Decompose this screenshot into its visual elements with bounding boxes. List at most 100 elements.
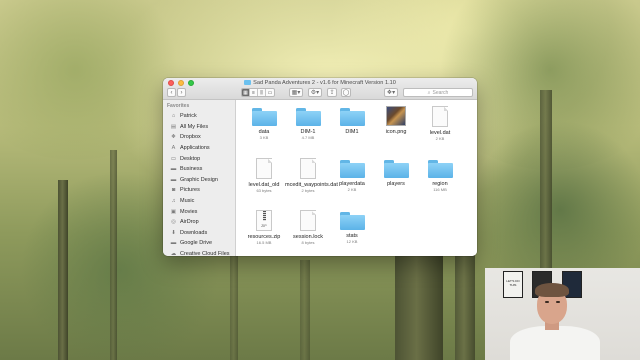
arrange-button[interactable]: ▦▾ — [289, 88, 303, 97]
home-icon: ⌂ — [171, 113, 176, 120]
file-item[interactable]: DIM1 — [329, 104, 375, 135]
sidebar-item[interactable]: ⌂ Patrick — [163, 111, 235, 122]
view-mode-control[interactable]: ▦ ≡ ⫼ ▭ — [241, 88, 275, 97]
file-size: 116 MB — [433, 187, 447, 192]
tag-icon: ◯ — [342, 89, 350, 96]
camera-icon: ◙ — [171, 187, 176, 194]
action-button[interactable]: ⚙▾ — [308, 88, 322, 97]
sidebar-item[interactable]: ▬ Business — [163, 164, 235, 175]
sidebar-item-label: Pictures — [180, 187, 200, 194]
share-icon: ⇪ — [329, 89, 335, 96]
file-item[interactable]: level.dat_old 63 bytes — [241, 156, 287, 193]
sidebar-item[interactable]: ▬ Graphic Design — [163, 175, 235, 186]
sidebar-item-label: Business — [180, 166, 203, 173]
sidebar: Favorites ⌂ Patrick ▤ All My Files ❖ Dropbox A… — [163, 100, 236, 256]
file-name: DIM1 — [345, 129, 359, 135]
downloads-icon: ⬇ — [171, 229, 176, 236]
search-placeholder: Search — [432, 89, 449, 96]
sidebar-item-label: Desktop — [180, 155, 201, 162]
person-shirt — [510, 326, 600, 360]
chevron-right-icon: › — [180, 89, 183, 96]
file-size: 3 KB — [259, 135, 269, 140]
person-eye — [545, 301, 549, 303]
sidebar-item[interactable]: ▣ Movies — [163, 206, 235, 217]
folder-icon: ▬ — [170, 240, 177, 247]
zip-file-icon: ZIP — [256, 210, 272, 231]
file-item[interactable]: DIM-1 4.7 MB — [285, 104, 331, 140]
toolbar: ‹ › ▦ ≡ ⫼ ▭ ▦▾ ⚙▾ ⇪ ◯ ❖▾ ⌕ Search — [163, 88, 477, 99]
music-icon: ♫ — [171, 198, 176, 205]
dropbox-icon: ❖▾ — [386, 89, 396, 96]
sidebar-item[interactable]: ◎ AirDrop — [163, 217, 235, 228]
sidebar-item[interactable]: ❖ Dropbox — [163, 132, 235, 143]
document-icon — [300, 210, 316, 231]
search-field[interactable]: ⌕ Search — [403, 88, 473, 97]
list-view-icon[interactable]: ≡ — [250, 89, 258, 96]
applications-icon: A — [171, 145, 176, 152]
folder-icon: ▬ — [170, 176, 177, 183]
back-button[interactable]: ‹ — [167, 88, 176, 97]
file-item[interactable]: ZIP resources.zip 16.5 MB — [241, 208, 287, 245]
file-grid: data 3 KB DIM-1 4.7 MB DIM1 icon.png level.dat… — [237, 100, 477, 256]
share-button[interactable]: ⇪ — [327, 88, 337, 97]
forward-button[interactable]: › — [177, 88, 186, 97]
sidebar-item[interactable]: ◙ Pictures — [163, 185, 235, 196]
title-bar[interactable]: Sad Panda Adventures 2 - v1.6 for Minecr… — [163, 78, 477, 100]
folder-icon: ▬ — [170, 166, 177, 173]
finder-window: Sad Panda Adventures 2 - v1.6 for Minecr… — [163, 78, 477, 256]
file-size: 63 bytes — [256, 188, 272, 193]
sidebar-item-label: Creative Cloud Files — [180, 251, 230, 256]
file-item[interactable]: mcedit_waypoints.dat 2 bytes — [285, 156, 338, 193]
sidebar-item[interactable]: A Applications — [163, 143, 235, 154]
person-eye — [556, 301, 560, 303]
desktop-icon: ▭ — [170, 155, 177, 162]
folder-icon — [339, 212, 365, 230]
file-item[interactable]: region 116 MB — [417, 156, 463, 192]
poster-text: LET'S DO THIS — [506, 279, 520, 287]
image-file-icon — [386, 106, 406, 126]
file-item[interactable]: playerdata 2 KB — [329, 156, 375, 192]
sidebar-item-label: Graphic Design — [180, 176, 218, 183]
file-size: 8 bytes — [301, 240, 315, 245]
person-hair — [535, 283, 569, 297]
sidebar-item[interactable]: ⬇ Downloads — [163, 228, 235, 239]
sidebar-header: Favorites — [167, 103, 190, 109]
file-size: 2 KB — [435, 136, 445, 141]
sidebar-item[interactable]: ♫ Music — [163, 196, 235, 207]
sidebar-item-label: Dropbox — [180, 134, 201, 141]
file-item[interactable]: level.dat 2 KB — [417, 104, 463, 141]
icon-view-icon[interactable]: ▦ — [242, 89, 250, 96]
file-item[interactable]: icon.png — [373, 104, 419, 135]
film-icon: ▣ — [170, 208, 177, 215]
folder-icon — [427, 160, 453, 178]
chevron-left-icon: ‹ — [170, 89, 173, 96]
column-view-icon[interactable]: ⫼ — [258, 89, 266, 96]
sidebar-item[interactable]: ▤ All My Files — [163, 122, 235, 133]
folder-icon — [251, 108, 277, 126]
search-icon: ⌕ — [427, 89, 431, 96]
file-item[interactable]: session.lock 8 bytes — [285, 208, 331, 245]
window-title-text: Sad Panda Adventures 2 - v1.6 for Minecr… — [253, 80, 396, 86]
document-icon — [300, 158, 316, 179]
file-size: 16.5 MB — [256, 240, 272, 245]
file-name: players — [387, 181, 405, 187]
sidebar-item-label: Google Drive — [180, 240, 213, 247]
sidebar-item[interactable]: ▭ Desktop — [163, 153, 235, 164]
cover-flow-icon[interactable]: ▭ — [266, 89, 274, 96]
sidebar-item[interactable]: ☁ Creative Cloud Files — [163, 249, 235, 256]
file-item[interactable]: players — [373, 156, 419, 187]
file-item[interactable]: stats 12 KB — [329, 208, 375, 244]
file-size: 2 KB — [347, 187, 357, 192]
dropbox-button[interactable]: ❖▾ — [384, 88, 398, 97]
sidebar-item-label: Downloads — [180, 229, 208, 236]
webcam-overlay: LET'S DO THIS — [485, 268, 640, 360]
folder-icon — [383, 160, 409, 178]
arrange-icon: ▦▾ — [291, 89, 301, 96]
cloud-icon: ☁ — [170, 251, 177, 256]
sidebar-item[interactable]: ▬ Google Drive — [163, 238, 235, 249]
sidebar-item-label: AirDrop — [180, 219, 199, 226]
tags-button[interactable]: ◯ — [341, 88, 351, 97]
wall-poster: LET'S DO THIS — [503, 271, 523, 298]
folder-icon — [339, 160, 365, 178]
file-item[interactable]: data 3 KB — [241, 104, 287, 140]
